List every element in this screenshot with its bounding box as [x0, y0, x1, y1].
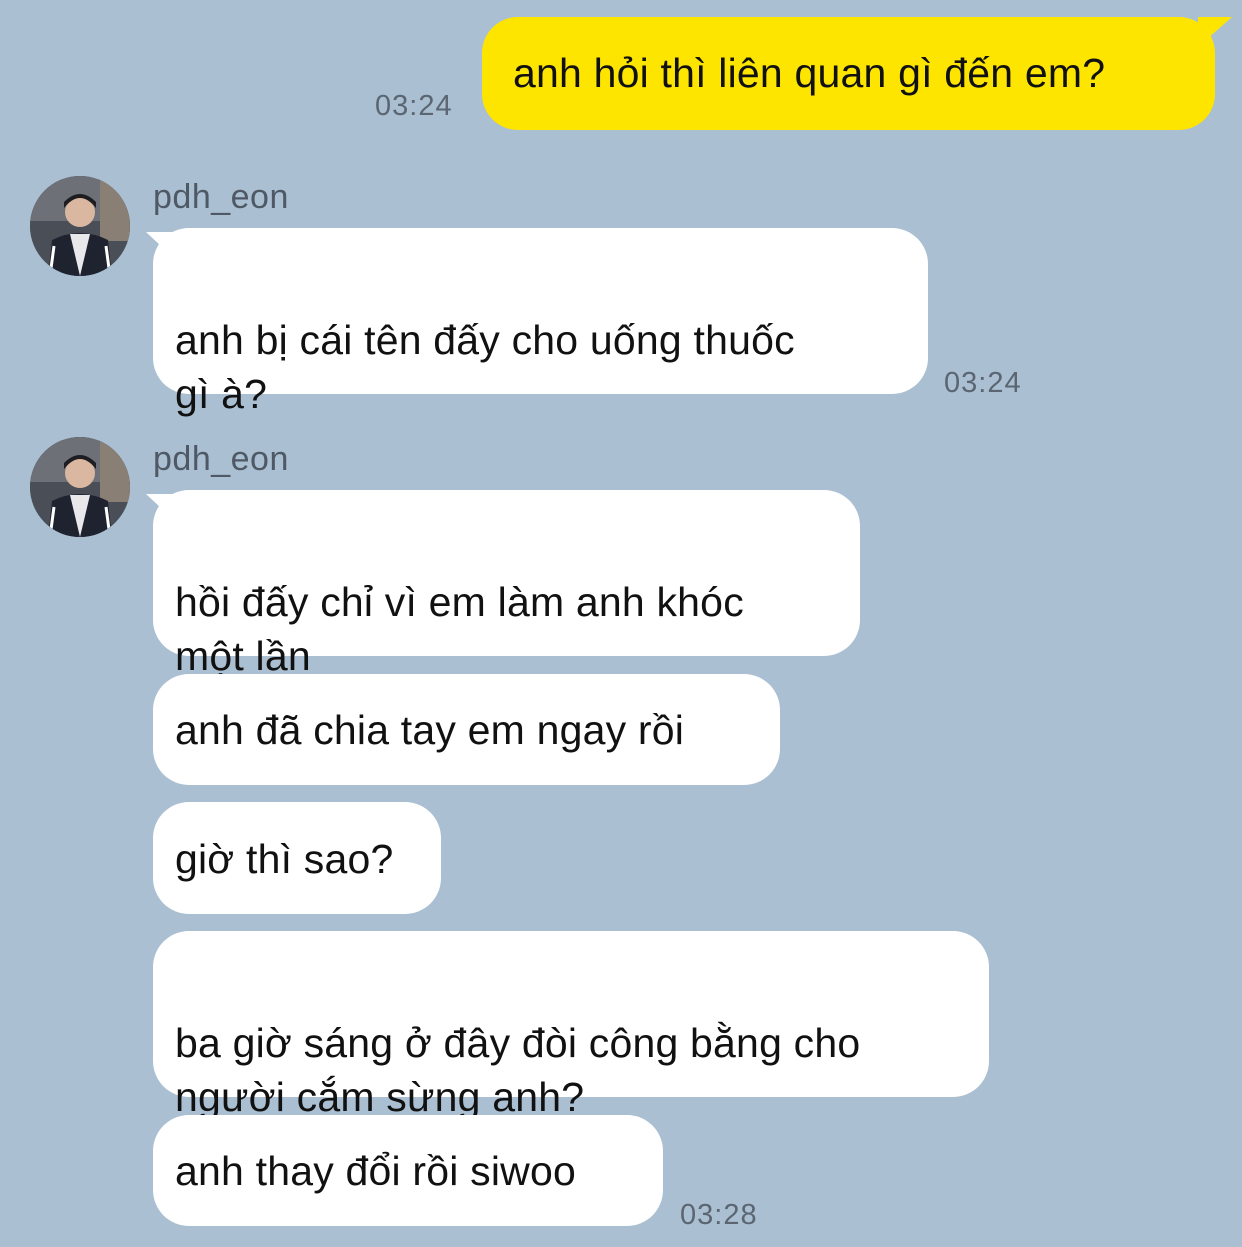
incoming-message-bubble[interactable]: anh bị cái tên đấy cho uống thuốc gì à? — [153, 228, 928, 417]
profile-photo-icon — [30, 176, 130, 276]
outgoing-message-bubble[interactable]: anh hỏi thì liên quan gì đến em? — [482, 17, 1215, 130]
outgoing-bubble-tail — [1198, 17, 1232, 47]
incoming-message-bubble[interactable]: anh đã chia tay em ngay rồi — [153, 674, 780, 785]
sender-name: pdh_eon — [153, 178, 289, 216]
incoming-message-text: anh đã chia tay em ngay rồi — [175, 707, 685, 753]
incoming-message-text: anh bị cái tên đấy cho uống thuốc gì à? — [175, 317, 795, 417]
incoming-time: 03:24 — [944, 367, 1022, 399]
outgoing-message-text: anh hỏi thì liên quan gì đến em? — [513, 50, 1106, 96]
incoming-message-text: giờ thì sao? — [175, 836, 394, 882]
sender-name: pdh_eon — [153, 440, 289, 478]
outgoing-time: 03:24 — [375, 90, 453, 122]
profile-photo-icon — [30, 437, 130, 537]
avatar[interactable] — [30, 176, 130, 276]
incoming-message-text: ba giờ sáng ở đây đòi công bằng cho ngườ… — [175, 1020, 861, 1120]
incoming-message-bubble[interactable]: giờ thì sao? — [153, 802, 441, 914]
incoming-message-bubble[interactable]: anh thay đổi rồi siwoo — [153, 1115, 663, 1226]
incoming-time: 03:28 — [680, 1199, 758, 1231]
incoming-message-bubble[interactable]: hồi đấy chỉ vì em làm anh khóc một lần — [153, 490, 860, 679]
incoming-message-text: hồi đấy chỉ vì em làm anh khóc một lần — [175, 579, 744, 679]
incoming-message-bubble[interactable]: ba giờ sáng ở đây đòi công bằng cho ngườ… — [153, 931, 989, 1120]
avatar[interactable] — [30, 437, 130, 537]
incoming-message-text: anh thay đổi rồi siwoo — [175, 1148, 576, 1194]
